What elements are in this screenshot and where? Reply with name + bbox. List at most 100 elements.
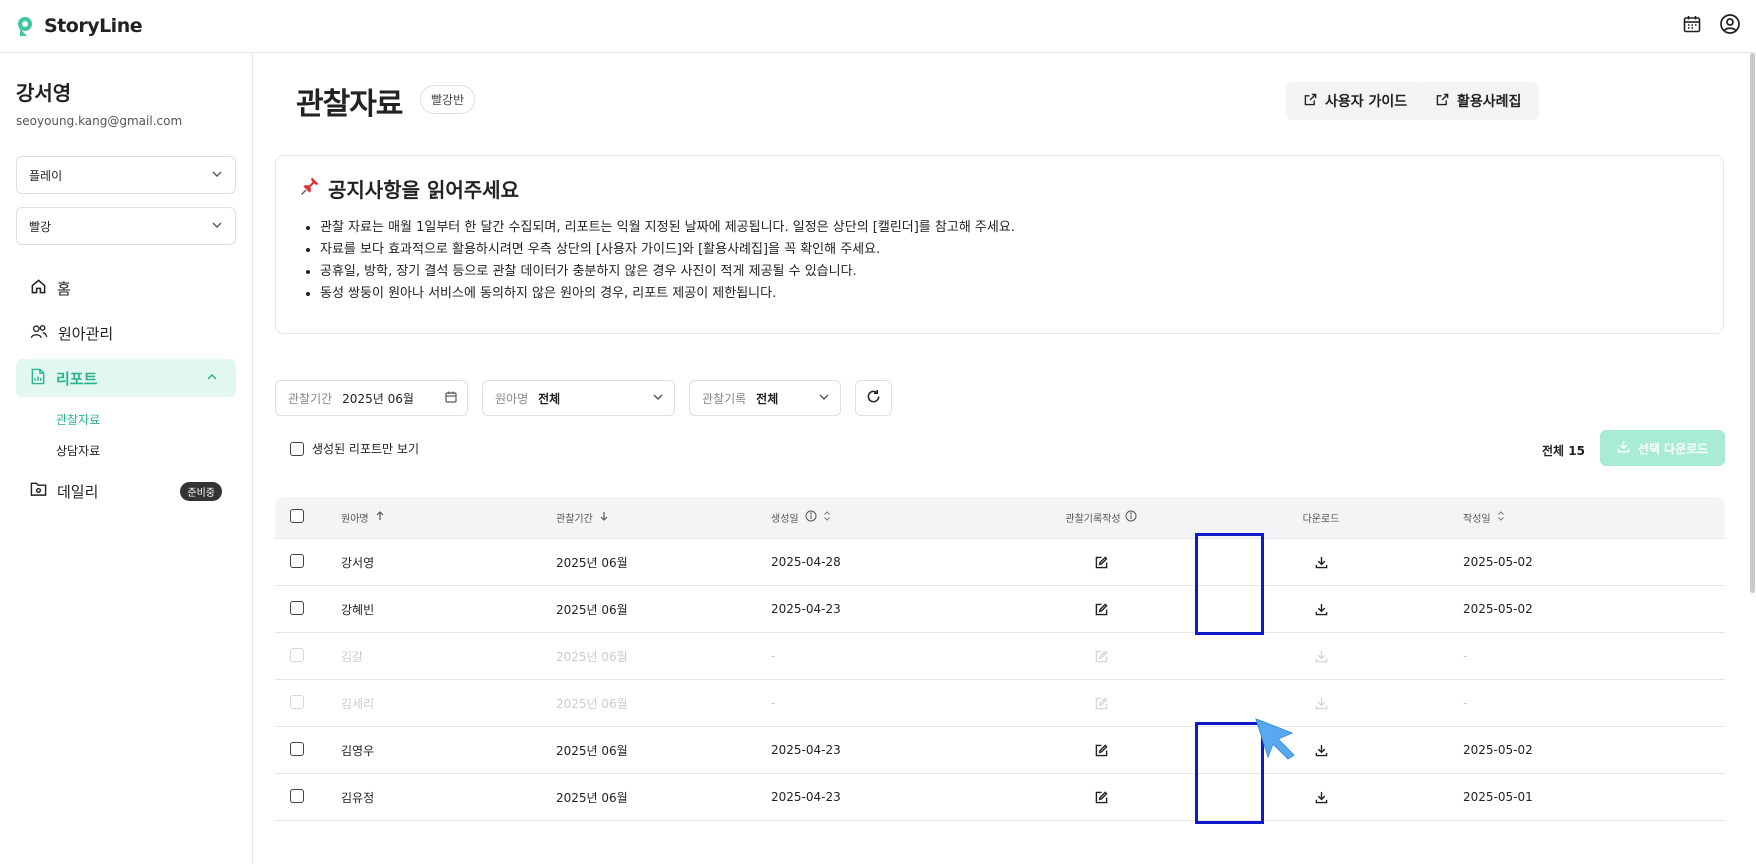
table-row: 강혜빈 2025년 06월 2025-04-23 2025-05-02 — [275, 586, 1725, 633]
filter-bar: 관찰기간 2025년 06월 원아명 전체 관찰기록 전체 — [275, 380, 892, 416]
user-guide-label: 사용자 가이드 — [1325, 94, 1408, 110]
users-icon — [30, 323, 48, 344]
col-created-header[interactable]: 생성일 — [771, 510, 991, 525]
mouse-pointer-icon — [1254, 717, 1298, 765]
col-record-label: 관찰기록작성 — [1065, 514, 1121, 525]
download-icon[interactable] — [1315, 556, 1328, 569]
sidebar-nav: 홈 원아관리 리포트 관찰자료 상담자료 데일리 준비중 — [16, 269, 236, 510]
cell-name: 강서영 — [341, 555, 375, 570]
sidebar-item-home[interactable]: 홈 — [16, 269, 236, 307]
sidebar-subitem-counseling[interactable]: 상담자료 — [16, 435, 236, 466]
cell-name: 김영우 — [341, 743, 375, 758]
cell-period: 2025년 06월 — [556, 602, 628, 617]
table-row: 강서영 2025년 06월 2025-04-28 2025-05-02 — [275, 539, 1725, 586]
cell-written: 2025-05-02 — [1463, 555, 1533, 569]
sidebar-subitem-observation[interactable]: 관찰자료 — [16, 404, 236, 435]
cell-written: 2025-05-01 — [1463, 790, 1533, 804]
class-select-value: 빨강 — [29, 219, 52, 234]
page-title: 관찰자료 — [296, 87, 403, 122]
edit-icon[interactable] — [1095, 743, 1108, 757]
calendar-icon[interactable] — [1680, 12, 1704, 36]
sort-icon — [1497, 511, 1505, 524]
row-checkbox[interactable] — [290, 600, 304, 615]
col-name-label: 원아명 — [341, 514, 369, 525]
notice-list: 관찰 자료는 매월 1일부터 한 달간 수집되며, 리포트는 익월 지정된 날짜… — [300, 217, 1699, 305]
col-written-label: 작성일 — [1463, 514, 1491, 525]
external-link-icon — [1304, 93, 1317, 110]
edit-icon[interactable] — [1095, 602, 1108, 616]
account-icon[interactable] — [1718, 12, 1742, 36]
chevron-up-icon — [206, 369, 218, 387]
chevron-down-icon — [652, 391, 664, 406]
col-download-label: 다운로드 — [1302, 514, 1340, 525]
scrollbar-thumb[interactable] — [1750, 53, 1755, 593]
edit-icon[interactable] — [1095, 790, 1108, 804]
sort-icon — [823, 511, 831, 524]
chevron-down-icon — [211, 219, 223, 234]
col-created-label: 생성일 — [771, 514, 799, 525]
record-filter-label: 관찰기록 — [702, 391, 747, 406]
app-logo[interactable]: StoryLine — [16, 15, 143, 37]
program-select-value: 플레이 — [29, 168, 63, 183]
period-filter-value: 2025년 06월 — [342, 391, 414, 406]
download-icon[interactable] — [1315, 791, 1328, 804]
sidebar: 강서영 seoyoung.kang@gmail.com 플레이 빨강 홈 원아관… — [0, 53, 253, 864]
class-select[interactable]: 빨강 — [16, 207, 236, 245]
sidebar-item-children[interactable]: 원아관리 — [16, 314, 236, 352]
record-filter[interactable]: 관찰기록 전체 — [689, 380, 841, 416]
cell-name: 김세리 — [341, 696, 375, 711]
period-filter[interactable]: 관찰기간 2025년 06월 — [275, 380, 468, 416]
select-all-checkbox[interactable] — [290, 509, 304, 523]
sort-asc-icon — [375, 511, 385, 524]
download-selected-label: 선택 다운로드 — [1637, 441, 1709, 456]
only-generated-checkbox[interactable] — [290, 441, 304, 456]
cell-written: - — [1463, 696, 1468, 710]
cell-created: - — [771, 696, 776, 710]
cell-written: 2025-05-02 — [1463, 602, 1533, 616]
reports-table: 원아명 관찰기간 생성일 관찰기록작성 다운로드 작성일 강서영 2025년 0… — [275, 497, 1725, 824]
col-period-label: 관찰기간 — [556, 514, 593, 525]
row-checkbox[interactable] — [290, 741, 304, 756]
edit-icon — [1095, 696, 1108, 710]
cell-created: 2025-04-23 — [771, 602, 841, 616]
row-checkbox[interactable] — [290, 553, 304, 568]
col-period-header[interactable]: 관찰기간 — [556, 510, 771, 525]
col-name-header[interactable]: 원아명 — [341, 510, 556, 525]
info-icon[interactable] — [805, 510, 817, 525]
edit-icon — [1095, 649, 1108, 663]
cell-name: 김유정 — [341, 790, 375, 805]
cell-name: 강혜빈 — [341, 602, 375, 617]
notice-title: 공지사항을 읽어주세요 — [300, 174, 1699, 203]
child-filter-label: 원아명 — [495, 391, 529, 406]
vertical-scrollbar[interactable] — [1748, 53, 1756, 864]
edit-icon[interactable] — [1095, 555, 1108, 569]
notice-item: 자료를 보다 효과적으로 활용하시려면 우측 상단의 [사용자 가이드]와 [활… — [320, 239, 1699, 261]
download-selected-button[interactable]: 선택 다운로드 — [1600, 430, 1725, 466]
info-icon[interactable] — [1125, 510, 1137, 525]
only-generated-toggle[interactable]: 생성된 리포트만 보기 — [290, 440, 419, 457]
col-written-header[interactable]: 작성일 — [1431, 510, 1631, 525]
cell-period: 2025년 06월 — [556, 696, 628, 711]
sidebar-item-label: 데일리 — [57, 482, 99, 501]
chevron-down-icon — [211, 168, 223, 183]
cell-period: 2025년 06월 — [556, 790, 628, 805]
row-checkbox[interactable] — [290, 788, 304, 803]
period-filter-label: 관찰기간 — [288, 391, 333, 406]
program-select[interactable]: 플레이 — [16, 156, 236, 194]
cell-created: 2025-04-28 — [771, 555, 841, 569]
refresh-button[interactable] — [855, 380, 892, 416]
notice-box: 공지사항을 읽어주세요 관찰 자료는 매월 1일부터 한 달간 수집되며, 리포… — [275, 155, 1724, 334]
sidebar-item-label: 홈 — [57, 279, 71, 298]
cell-created: 2025-04-23 — [771, 743, 841, 757]
child-filter[interactable]: 원아명 전체 — [482, 380, 675, 416]
user-name: 강서영 — [16, 81, 72, 105]
download-icon[interactable] — [1315, 744, 1328, 757]
child-filter-value: 전체 — [538, 391, 561, 406]
use-cases-button[interactable]: 활용사례집 — [1418, 82, 1540, 120]
user-email: seoyoung.kang@gmail.com — [16, 114, 183, 128]
download-icon[interactable] — [1315, 603, 1328, 616]
user-guide-button[interactable]: 사용자 가이드 — [1286, 82, 1426, 120]
sidebar-item-daily[interactable]: 데일리 준비중 — [16, 472, 236, 510]
sidebar-item-label: 리포트 — [56, 369, 98, 388]
sidebar-item-report[interactable]: 리포트 — [16, 359, 236, 397]
